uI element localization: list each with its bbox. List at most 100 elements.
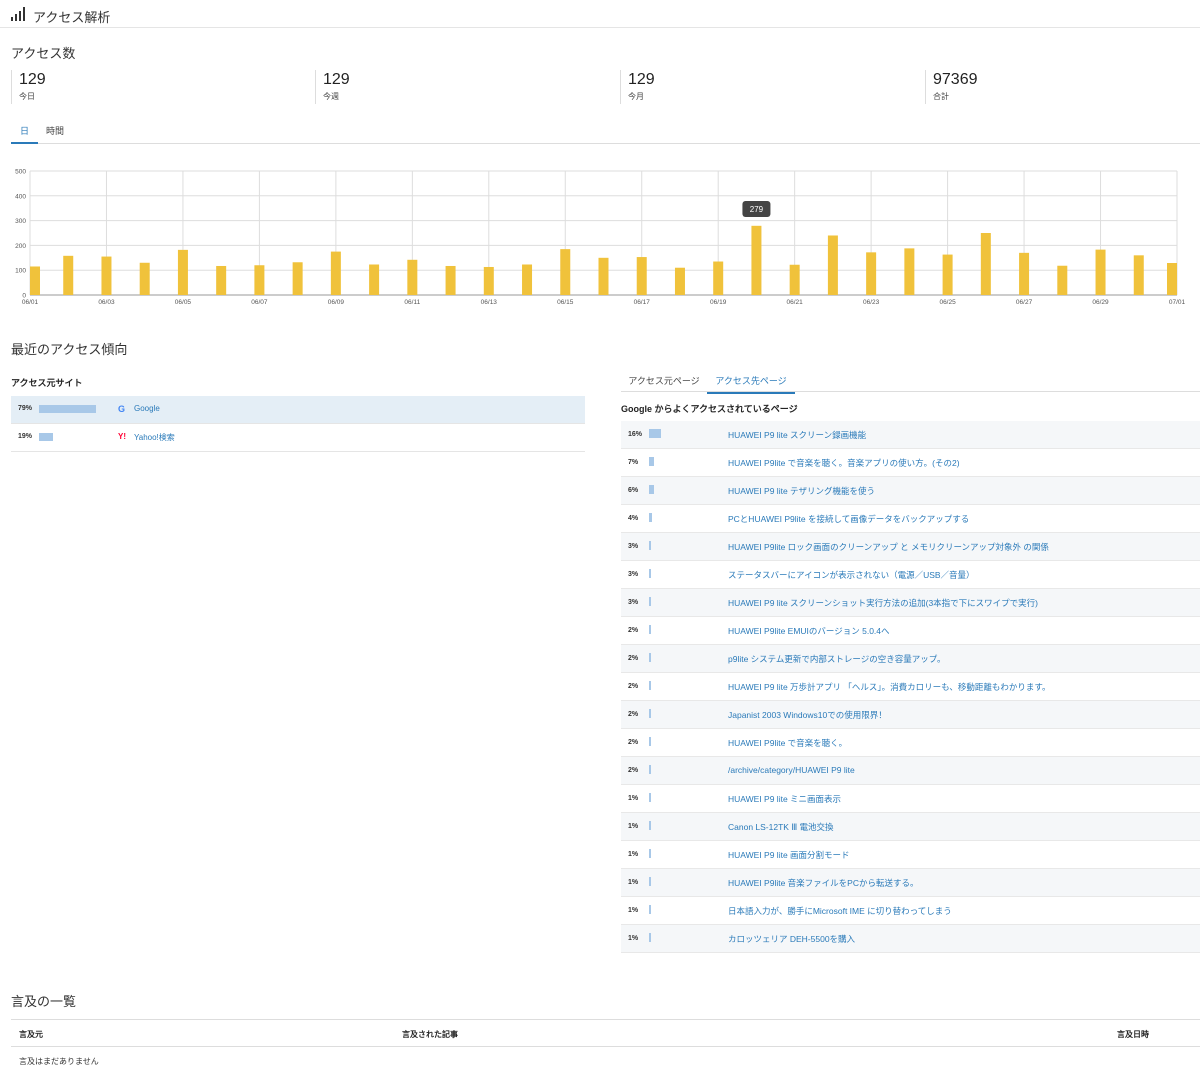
page-percent: 1% bbox=[628, 795, 639, 802]
bar-06/16[interactable] bbox=[598, 257, 609, 295]
bar-06/13[interactable] bbox=[483, 266, 494, 295]
bar-06/23[interactable] bbox=[866, 252, 877, 295]
bar-06/07[interactable] bbox=[254, 265, 265, 295]
bar-06/10[interactable] bbox=[369, 264, 380, 295]
source-percent: 19% bbox=[18, 433, 33, 440]
page-link[interactable]: 日本語入力が、勝手にMicrosoft IME に切り替わってしまう bbox=[728, 905, 952, 917]
page-link[interactable]: HUAWEI P9 lite スクリーン録画機能 bbox=[728, 429, 866, 441]
page-row[interactable]: 1% カロッツェリア DEH-5500を購入 bbox=[621, 925, 1200, 953]
bar-06/02[interactable] bbox=[63, 255, 74, 295]
page-link[interactable]: HUAWEI P9 lite テザリング機能を使う bbox=[728, 485, 875, 497]
stat-label: 今週 bbox=[323, 92, 339, 101]
tab-hour[interactable]: 時間 bbox=[40, 120, 70, 144]
page-row[interactable]: 16% HUAWEI P9 lite スクリーン録画機能 bbox=[621, 421, 1200, 449]
page-percent: 2% bbox=[628, 627, 639, 634]
app-header: アクセス解析 bbox=[0, 0, 1200, 28]
page-row[interactable]: 2% /archive/category/HUAWEI P9 lite bbox=[621, 757, 1200, 785]
page-row[interactable]: 1% Canon LS-12TK Ⅲ 電池交換 bbox=[621, 813, 1200, 841]
page-link[interactable]: ステータスバーにアイコンが表示されない（電源／USB／音量） bbox=[728, 569, 975, 581]
page-tabs: アクセス元ページ アクセス先ページ bbox=[621, 370, 1200, 394]
page-percent: 3% bbox=[628, 543, 639, 550]
bar-06/21[interactable] bbox=[789, 264, 800, 295]
page-percent: 2% bbox=[628, 739, 639, 746]
bar-06/06[interactable] bbox=[216, 265, 227, 295]
bar-06/19[interactable] bbox=[713, 261, 724, 295]
page-link[interactable]: p9lite システム更新で内部ストレージの空き容量アップ。 bbox=[728, 653, 946, 665]
page-link[interactable]: HUAWEI P9lite ロック画面のクリーンアップ と メモリクリーンアップ… bbox=[728, 541, 1049, 553]
stat-total: 97369 合計 bbox=[925, 70, 978, 104]
page-link[interactable]: カロッツェリア DEH-5500を購入 bbox=[728, 933, 855, 945]
page-row[interactable]: 1% HUAWEI P9 lite ミニ画面表示 bbox=[621, 785, 1200, 813]
bar-06/12[interactable] bbox=[445, 265, 456, 295]
x-tick-label: 06/13 bbox=[481, 299, 498, 306]
page-row[interactable]: 1% HUAWEI P9lite 音楽ファイルをPCから転送する。 bbox=[621, 869, 1200, 897]
bar-07/01[interactable] bbox=[1167, 263, 1177, 295]
bar-06/08[interactable] bbox=[292, 262, 303, 295]
bar-06/22[interactable] bbox=[827, 235, 838, 295]
x-tick-label: 06/17 bbox=[634, 299, 651, 306]
page-link[interactable]: HUAWEI P9 lite スクリーンショット実行方法の追加(3本指で下にスワ… bbox=[728, 597, 1038, 609]
tab-referrer-pages[interactable]: アクセス元ページ bbox=[621, 370, 707, 394]
bar-06/27[interactable] bbox=[1019, 252, 1030, 295]
bar-06/30[interactable] bbox=[1133, 255, 1144, 295]
page-row[interactable]: 1% 日本語入力が、勝手にMicrosoft IME に切り替わってしまう bbox=[621, 897, 1200, 925]
page-row[interactable]: 2% HUAWEI P9lite EMUIのバージョン 5.0.4へ bbox=[621, 617, 1200, 645]
bar-06/14[interactable] bbox=[522, 264, 533, 295]
bar-06/25[interactable] bbox=[942, 254, 953, 295]
page-row[interactable]: 3% HUAWEI P9 lite スクリーンショット実行方法の追加(3本指で下に… bbox=[621, 589, 1200, 617]
page-link[interactable]: HUAWEI P9lite で音楽を聴く。 bbox=[728, 737, 847, 749]
page-link[interactable]: HUAWEI P9 lite 画面分割モード bbox=[728, 849, 850, 861]
page-row[interactable]: 6% HUAWEI P9 lite テザリング機能を使う bbox=[621, 477, 1200, 505]
page-link[interactable]: Japanist 2003 Windows10での使用限界！ bbox=[728, 709, 887, 721]
bar-06/26[interactable] bbox=[980, 233, 991, 295]
page-percent: 1% bbox=[628, 823, 639, 830]
page-bar bbox=[649, 765, 651, 774]
stat-week: 129 今週 bbox=[315, 70, 350, 104]
bar-06/20[interactable] bbox=[751, 225, 762, 295]
tab-day[interactable]: 日 bbox=[11, 120, 38, 144]
page-bar bbox=[649, 737, 651, 746]
source-row-yahoo[interactable]: 19% Y! Yahoo!検索 bbox=[11, 424, 585, 452]
page-percent: 2% bbox=[628, 767, 639, 774]
bar-06/04[interactable] bbox=[139, 262, 150, 295]
page-bar bbox=[649, 877, 651, 886]
bar-06/11[interactable] bbox=[407, 259, 418, 295]
page-row[interactable]: 2% p9lite システム更新で内部ストレージの空き容量アップ。 bbox=[621, 645, 1200, 673]
page-link[interactable]: PCとHUAWEI P9lite を接続して画像データをバックアップする bbox=[728, 513, 969, 525]
bar-06/05[interactable] bbox=[177, 249, 188, 295]
page-row[interactable]: 2% Japanist 2003 Windows10での使用限界！ bbox=[621, 701, 1200, 729]
source-name-link[interactable]: Yahoo!検索 bbox=[134, 432, 175, 443]
bar-06/29[interactable] bbox=[1095, 249, 1106, 295]
page-row[interactable]: 4% PCとHUAWEI P9lite を接続して画像データをバックアップする bbox=[621, 505, 1200, 533]
page-link[interactable]: HUAWEI P9lite 音楽ファイルをPCから転送する。 bbox=[728, 877, 918, 889]
page-percent: 7% bbox=[628, 459, 639, 466]
page-bar bbox=[649, 541, 652, 550]
col-mentioned-article: 言及された記事 bbox=[402, 1030, 458, 1039]
page-link[interactable]: HUAWEI P9 lite 万歩計アプリ 「ヘルス」。消費カロリーも、移動距離… bbox=[728, 681, 1051, 693]
bar-06/03[interactable] bbox=[101, 256, 112, 295]
page-row[interactable]: 2% HUAWEI P9 lite 万歩計アプリ 「ヘルス」。消費カロリーも、移動… bbox=[621, 673, 1200, 701]
page-link[interactable]: HUAWEI P9lite で音楽を聴く。音楽アプリの使い方。(その2) bbox=[728, 457, 960, 469]
bar-06/28[interactable] bbox=[1057, 265, 1068, 295]
page-row[interactable]: 3% ステータスバーにアイコンが表示されない（電源／USB／音量） bbox=[621, 561, 1200, 589]
page-link[interactable]: HUAWEI P9 lite ミニ画面表示 bbox=[728, 793, 841, 805]
source-name-link[interactable]: Google bbox=[134, 404, 160, 413]
bar-06/01[interactable] bbox=[30, 266, 40, 295]
source-row-google[interactable]: 79% G Google bbox=[11, 396, 585, 424]
bar-06/15[interactable] bbox=[560, 249, 571, 295]
page-row[interactable]: 2% HUAWEI P9lite で音楽を聴く。 bbox=[621, 729, 1200, 757]
bar-06/24[interactable] bbox=[904, 248, 915, 295]
bar-06/18[interactable] bbox=[674, 267, 685, 295]
page-row[interactable]: 1% HUAWEI P9 lite 画面分割モード bbox=[621, 841, 1200, 869]
page-row[interactable]: 3% HUAWEI P9lite ロック画面のクリーンアップ と メモリクリーンア… bbox=[621, 533, 1200, 561]
page-link[interactable]: Canon LS-12TK Ⅲ 電池交換 bbox=[728, 821, 834, 833]
page-percent: 2% bbox=[628, 683, 639, 690]
tab-landing-pages[interactable]: アクセス先ページ bbox=[707, 370, 795, 394]
bar-06/09[interactable] bbox=[330, 251, 341, 295]
page-link[interactable]: HUAWEI P9lite EMUIのバージョン 5.0.4へ bbox=[728, 625, 890, 637]
page-bar bbox=[649, 681, 651, 690]
page-row[interactable]: 7% HUAWEI P9lite で音楽を聴く。音楽アプリの使い方。(その2) bbox=[621, 449, 1200, 477]
recent-title: 最近のアクセス傾向 bbox=[11, 342, 128, 357]
page-link[interactable]: /archive/category/HUAWEI P9 lite bbox=[728, 765, 855, 775]
bar-06/17[interactable] bbox=[636, 257, 647, 295]
